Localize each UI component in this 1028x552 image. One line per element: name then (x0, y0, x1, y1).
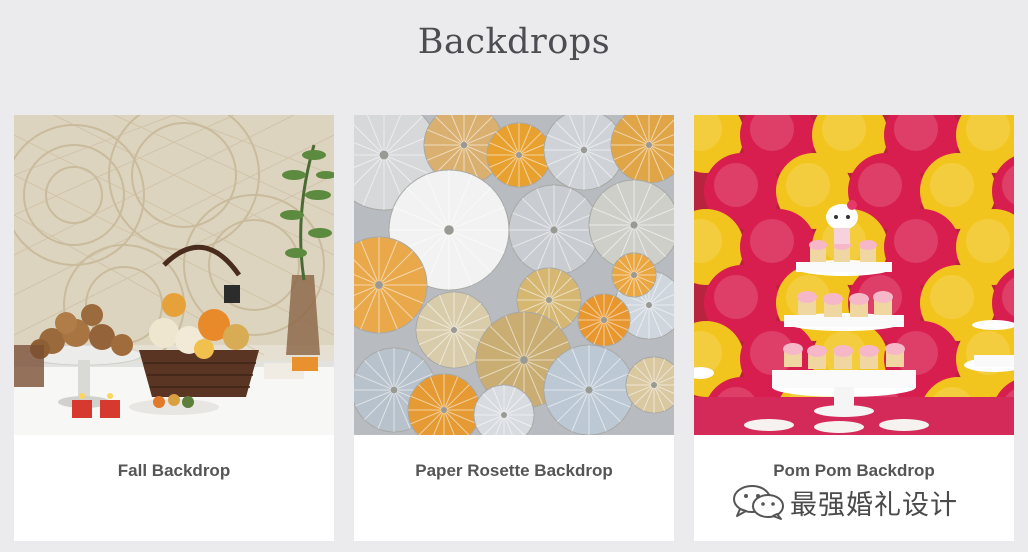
rosette-hub (375, 281, 383, 289)
paper-rosette-backdrop-image[interactable] (354, 115, 674, 435)
pom-pom-highlight (858, 163, 902, 207)
card-title[interactable]: Paper Rosette Backdrop (354, 461, 674, 481)
wechat-icon (733, 485, 784, 520)
rosette-hub (646, 302, 652, 308)
rosette-hub (580, 146, 588, 154)
card-pom-pom-backdrop[interactable]: Pom Pom Backdrop (694, 115, 1014, 541)
watermark-text: 最强婚礼设计 (790, 489, 958, 521)
fall-backdrop-image[interactable] (14, 115, 334, 435)
page-title: Backdrops (417, 22, 611, 62)
pom-pom-highlight (894, 219, 938, 263)
rosette-hub (651, 382, 657, 388)
rosette-hub (450, 326, 458, 334)
pom-pom-highlight (966, 219, 1010, 263)
card-title[interactable]: Pom Pom Backdrop (694, 461, 1014, 481)
card-fall-backdrop[interactable]: Fall Backdrop (14, 115, 334, 541)
rosette-hub (460, 141, 468, 149)
rosette-hub (516, 152, 522, 158)
pom-pom-highlight (786, 163, 830, 207)
watermark: 最强婚礼设计 (732, 482, 958, 522)
card-title[interactable]: Fall Backdrop (14, 461, 334, 481)
pom-pom-highlight (930, 275, 974, 319)
rosette-hub (520, 356, 528, 364)
pom-pom-highlight (714, 163, 758, 207)
rosette-hub (444, 225, 454, 235)
rosette-hub (379, 150, 389, 160)
rosette-hub (631, 272, 637, 278)
pom-pom-highlight (750, 219, 794, 263)
rosette-hub (390, 386, 398, 394)
backdrop-grid: Fall Backdrop Paper Rosette Backdrop Pom… (14, 115, 1014, 541)
rosette-hub (546, 297, 552, 303)
rosette-hub (441, 407, 447, 413)
card-paper-rosette-backdrop[interactable]: Paper Rosette Backdrop (354, 115, 674, 541)
rosette-hub (630, 221, 638, 229)
pom-pom-highlight (714, 275, 758, 319)
rosette-hub (645, 141, 653, 149)
rosette-hub (585, 386, 593, 394)
pom-pom-backdrop-image[interactable] (694, 115, 1014, 435)
rosette-hub (501, 412, 507, 418)
rosette-hub (550, 226, 558, 234)
pom-pom-highlight (930, 163, 974, 207)
rosette-hub (601, 317, 607, 323)
